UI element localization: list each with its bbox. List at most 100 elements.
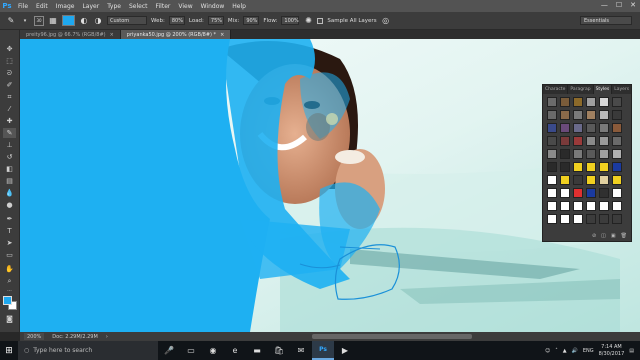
eraser-tool-icon[interactable]: ◧ [3, 164, 16, 174]
style-swatch[interactable] [586, 201, 596, 211]
dodge-tool-icon[interactable]: ● [3, 200, 16, 210]
task-view-icon[interactable]: ▭ [180, 341, 202, 360]
flow-value-field[interactable]: 100% [281, 16, 300, 25]
menu-filter[interactable]: Filter [152, 3, 175, 10]
chevron-up-icon[interactable]: ˄ [555, 348, 558, 354]
style-swatch[interactable] [586, 162, 596, 172]
sample-all-layers-checkbox[interactable] [317, 17, 324, 24]
mixer-brush-tool-icon[interactable]: ✎ [6, 16, 16, 26]
zoom-tool-icon[interactable]: ⌕ [3, 276, 16, 286]
blur-tool-icon[interactable]: 💧 [3, 188, 16, 198]
clear-style-icon[interactable]: ⊘ [592, 233, 596, 239]
style-swatch[interactable] [560, 123, 570, 133]
style-swatch[interactable] [612, 97, 622, 107]
style-swatch[interactable] [573, 214, 583, 224]
style-swatch[interactable] [560, 136, 570, 146]
style-swatch[interactable] [560, 214, 570, 224]
style-swatch[interactable] [573, 149, 583, 159]
style-swatch[interactable] [560, 97, 570, 107]
brush-preset-icon[interactable]: 30 [34, 15, 44, 26]
tab-preity96[interactable]: preity96.jpg @ 66.7% (RGB/8#) × [20, 30, 121, 39]
file-explorer-icon[interactable]: ▬ [246, 341, 268, 360]
close-icon[interactable]: × [110, 32, 114, 38]
history-brush-tool-icon[interactable]: ↺ [3, 152, 16, 162]
style-swatch[interactable] [573, 175, 583, 185]
mixer-brush-tool-button-icon[interactable]: ✎ [3, 128, 16, 138]
menu-layer[interactable]: Layer [78, 3, 103, 10]
microphone-icon[interactable]: 🎤 [158, 341, 180, 360]
style-swatch[interactable] [586, 110, 596, 120]
style-swatch[interactable] [547, 110, 557, 120]
close-button[interactable]: ✕ [630, 1, 636, 9]
load-brush-icon[interactable]: ◐ [79, 16, 89, 26]
style-swatch[interactable] [586, 188, 596, 198]
style-swatch[interactable] [612, 136, 622, 146]
hand-tool-icon[interactable]: ✋ [3, 264, 16, 274]
quick-mask-icon[interactable]: ◙ [3, 314, 16, 324]
airbrush-icon[interactable]: ✺ [303, 16, 313, 26]
windows-start-icon[interactable]: ⊞ [0, 341, 18, 360]
brush-color-swatch[interactable] [62, 15, 75, 26]
horizontal-scrollbar[interactable] [312, 334, 472, 339]
style-swatch[interactable] [599, 175, 609, 185]
edge-icon[interactable]: e [224, 341, 246, 360]
create-style-icon[interactable]: ▣ [611, 233, 616, 239]
rectangle-tool-icon[interactable]: ▭ [3, 250, 16, 260]
style-swatch[interactable] [612, 175, 622, 185]
mix-value-field[interactable]: 90% [243, 16, 260, 25]
menu-select[interactable]: Select [125, 3, 152, 10]
notifications-icon[interactable]: ▤ [629, 348, 634, 354]
workspace-select[interactable]: Essentials [580, 16, 632, 25]
style-swatch[interactable] [599, 136, 609, 146]
tab-styles[interactable]: Styles [593, 85, 613, 94]
style-swatch[interactable] [612, 149, 622, 159]
style-swatch[interactable] [586, 123, 596, 133]
style-swatch[interactable] [612, 162, 622, 172]
menu-edit[interactable]: Edit [32, 3, 52, 10]
menu-image[interactable]: Image [52, 3, 79, 10]
style-swatch[interactable] [586, 214, 596, 224]
menu-window[interactable]: Window [197, 3, 229, 10]
style-swatch[interactable] [586, 97, 596, 107]
menu-file[interactable]: File [14, 3, 32, 10]
network-icon[interactable]: ▲ [563, 348, 567, 354]
style-swatch[interactable] [547, 214, 557, 224]
healing-brush-tool-icon[interactable]: ✚ [3, 116, 16, 126]
style-swatch[interactable] [599, 188, 609, 198]
style-swatch[interactable] [560, 149, 570, 159]
style-swatch[interactable] [599, 162, 609, 172]
style-swatch[interactable] [612, 123, 622, 133]
style-swatch[interactable] [547, 201, 557, 211]
style-swatch[interactable] [560, 175, 570, 185]
store-icon[interactable]: 🛍 [268, 341, 290, 360]
tab-character[interactable]: Characte [543, 85, 569, 94]
mail-icon[interactable]: ✉ [290, 341, 312, 360]
pen-tool-icon[interactable]: ✒ [3, 214, 16, 224]
media-player-icon[interactable]: ▶ [334, 341, 356, 360]
pressure-icon[interactable]: ◎ [381, 16, 391, 26]
keyboard-language[interactable]: ENG [583, 348, 594, 354]
eyedropper-tool-icon[interactable]: ⁄ [3, 104, 16, 114]
quick-select-tool-icon[interactable]: ✐ [3, 80, 16, 90]
style-swatch[interactable] [547, 136, 557, 146]
load-value-field[interactable]: 75% [207, 16, 224, 25]
gradient-tool-icon[interactable]: ▤ [3, 176, 16, 186]
style-swatch[interactable] [599, 123, 609, 133]
style-swatch[interactable] [547, 175, 557, 185]
tab-paragraph[interactable]: Paragrap [568, 85, 594, 94]
marquee-tool-icon[interactable]: ⬚ [3, 56, 16, 66]
style-swatch[interactable] [560, 201, 570, 211]
menu-view[interactable]: View [174, 3, 196, 10]
style-swatch[interactable] [573, 201, 583, 211]
zoom-level[interactable]: 200% [24, 333, 45, 340]
minimize-button[interactable]: — [601, 1, 608, 9]
style-swatch[interactable] [612, 201, 622, 211]
blend-preset-select[interactable]: Custom [107, 16, 147, 25]
tab-layers[interactable]: Layers [612, 85, 633, 94]
style-swatch[interactable] [612, 110, 622, 120]
style-swatch[interactable] [586, 175, 596, 185]
style-swatch[interactable] [573, 123, 583, 133]
move-tool-icon[interactable]: ✥ [3, 44, 16, 54]
more-tools-icon[interactable]: ··· [3, 286, 16, 296]
style-swatch[interactable] [573, 97, 583, 107]
